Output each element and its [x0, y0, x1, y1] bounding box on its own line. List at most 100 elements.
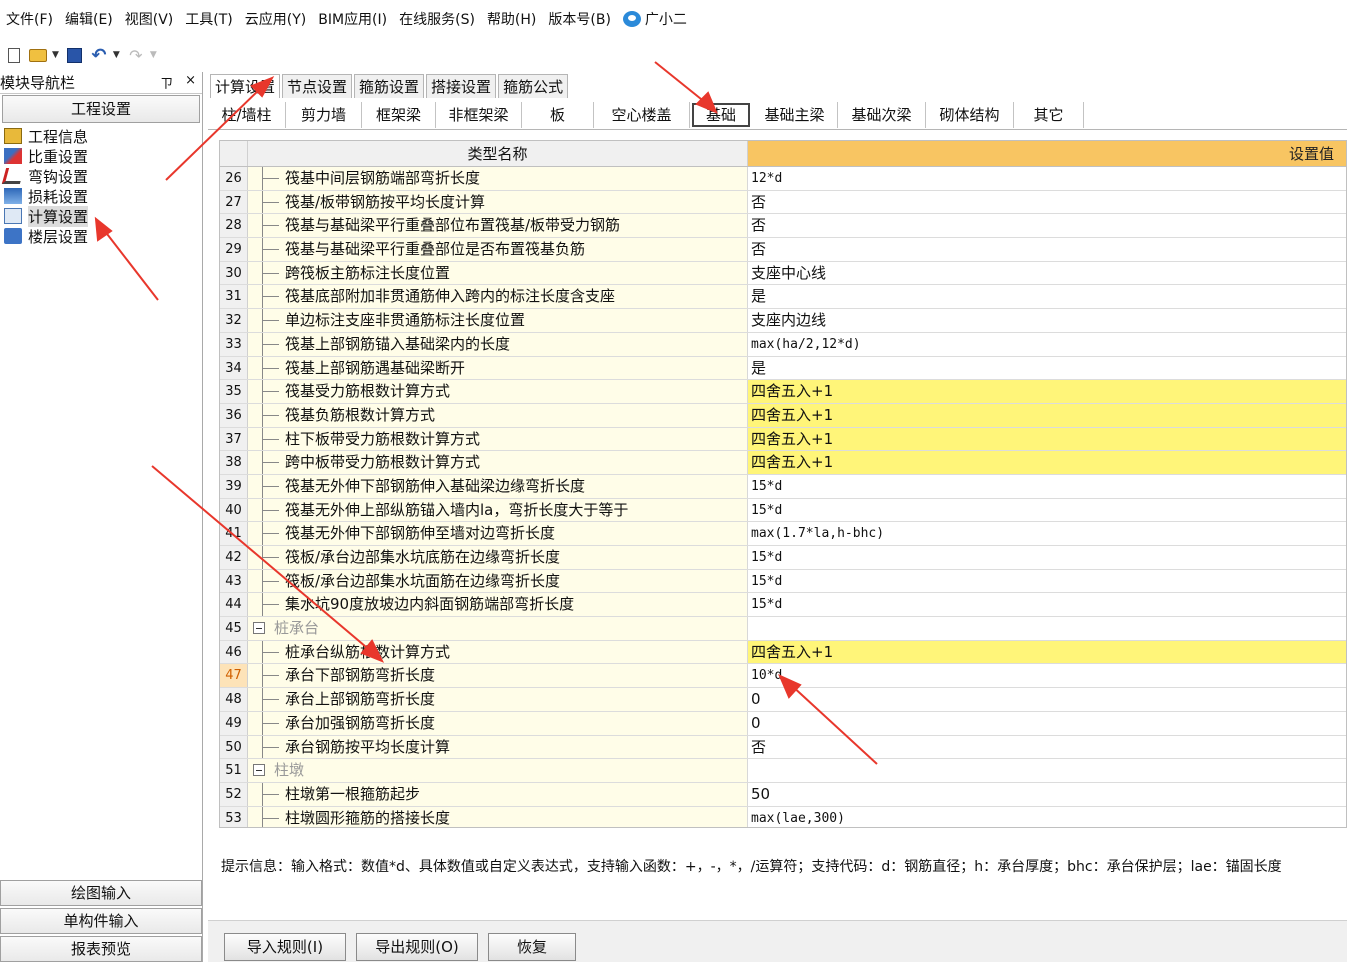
tab-other[interactable]: 其它	[1014, 101, 1084, 128]
nav-item-project-info[interactable]: 工程信息	[4, 126, 202, 146]
section-single-component-input[interactable]: 单构件输入	[0, 908, 202, 934]
menu-version[interactable]: 版本号(B)	[548, 9, 611, 29]
table-row[interactable]: 34 筏基上部钢筋遇基础梁断开 是	[220, 356, 1346, 381]
menu-view[interactable]: 视图(V)	[125, 9, 174, 29]
setting-value-cell[interactable]: 0	[748, 712, 1346, 735]
setting-value-cell[interactable]: 四舍五入+1	[748, 380, 1346, 403]
close-icon[interactable]: ×	[185, 73, 196, 92]
table-row[interactable]: 26 筏基中间层钢筋端部弯折长度 12*d	[220, 167, 1346, 191]
open-dropdown-icon[interactable]: ▼	[52, 50, 59, 60]
setting-value-cell[interactable]: 15*d	[748, 499, 1346, 522]
undo-dropdown-icon[interactable]: ▼	[113, 50, 120, 60]
setting-value-cell[interactable]: max(lae,300)	[748, 807, 1346, 827]
setting-value-cell[interactable]: 12*d	[748, 167, 1346, 190]
setting-value-cell[interactable]: 否	[748, 191, 1346, 214]
setting-value-cell[interactable]: 支座内边线	[748, 309, 1346, 332]
new-file-icon[interactable]	[4, 45, 24, 65]
tab-hollow-floor[interactable]: 空心楼盖	[594, 101, 690, 128]
tab-calc-settings[interactable]: 计算设置	[210, 74, 281, 98]
setting-value-cell[interactable]: max(ha/2,12*d)	[748, 333, 1346, 356]
tab-foundation-main-beam[interactable]: 基础主梁	[752, 101, 838, 128]
setting-value-cell[interactable]: 否	[748, 238, 1346, 261]
table-row[interactable]: 48 承台上部钢筋弯折长度 0	[220, 688, 1346, 712]
table-row[interactable]: 50 承台钢筋按平均长度计算 否	[220, 735, 1346, 760]
menu-help[interactable]: 帮助(H)	[487, 9, 536, 29]
nav-item-calc-settings[interactable]: 计算设置	[4, 205, 202, 227]
table-row[interactable]: 43 筏板/承台边部集水坑面筋在边缘弯折长度 15*d	[220, 569, 1346, 594]
setting-value-cell[interactable]: 15*d	[748, 546, 1346, 569]
setting-value-cell[interactable]: max(1.7*la,h-bhc)	[748, 522, 1346, 545]
restore-button[interactable]: 恢复	[488, 933, 576, 961]
setting-value-cell[interactable]: 四舍五入+1	[748, 451, 1346, 474]
section-report-preview[interactable]: 报表预览	[0, 936, 202, 962]
menu-helper[interactable]: 广小二	[622, 9, 687, 29]
menu-edit[interactable]: 编辑(E)	[65, 9, 113, 29]
table-row[interactable]: 42 筏板/承台边部集水坑底筋在边缘弯折长度 15*d	[220, 546, 1346, 570]
tab-stirrup-formula[interactable]: 箍筋公式	[498, 74, 569, 98]
table-row[interactable]: 27 筏基/板带钢筋按平均长度计算 否	[220, 190, 1346, 215]
setting-value-cell[interactable]: 四舍五入+1	[748, 403, 1346, 427]
tab-frame-beam[interactable]: 框架梁	[362, 101, 436, 128]
table-row[interactable]: 49 承台加强钢筋弯折长度 0	[220, 711, 1346, 736]
setting-value-cell[interactable]: 否	[748, 214, 1346, 237]
setting-value-cell[interactable]: 四舍五入+1	[748, 640, 1346, 664]
table-row[interactable]: 31 筏基底部附加非贯通筋伸入跨内的标注长度含支座 是	[220, 285, 1346, 310]
menu-file[interactable]: 文件(F)	[6, 9, 53, 29]
pin-icon[interactable]: ㄗ	[160, 73, 173, 92]
tab-node-settings[interactable]: 节点设置	[282, 74, 353, 98]
table-row[interactable]: 32 单边标注支座非贯通筋标注长度位置 支座内边线	[220, 309, 1346, 333]
table-row[interactable]: 41 筏基无外伸下部钢筋伸至墙对边弯折长度 max(1.7*la,h-bhc)	[220, 522, 1346, 546]
setting-value-cell[interactable]: 是	[748, 357, 1346, 380]
tab-lap-settings[interactable]: 搭接设置	[426, 74, 497, 98]
nav-item-floor[interactable]: 楼层设置	[4, 226, 202, 246]
menu-cloud[interactable]: 云应用(Y)	[245, 9, 306, 29]
table-row[interactable]: 44 集水坑90度放坡边内斜面钢筋端部弯折长度 15*d	[220, 593, 1346, 618]
setting-value-cell[interactable]: 10*d	[748, 664, 1346, 687]
collapse-toggle-icon[interactable]	[253, 622, 265, 635]
tab-stirrup-settings[interactable]: 箍筋设置	[354, 74, 425, 98]
table-row[interactable]: 52 柱墩第一根箍筋起步 50	[220, 782, 1346, 807]
tab-foundation[interactable]: 基础	[692, 102, 750, 127]
tab-foundation-secondary-beam[interactable]: 基础次梁	[838, 101, 926, 128]
save-icon[interactable]	[65, 45, 85, 65]
tab-slab[interactable]: 板	[522, 101, 594, 128]
open-folder-icon[interactable]	[28, 45, 48, 65]
table-row[interactable]: 30 跨筏板主筋标注长度位置 支座中心线	[220, 261, 1346, 286]
table-row[interactable]: 46 桩承台纵筋根数计算方式 四舍五入+1	[220, 640, 1346, 665]
table-row[interactable]: 36 筏基负筋根数计算方式 四舍五入+1	[220, 403, 1346, 428]
import-rules-button[interactable]: 导入规则(I)	[224, 933, 346, 961]
tab-column-wallcolumn[interactable]: 柱/墙柱	[208, 101, 286, 128]
tab-masonry[interactable]: 砌体结构	[926, 101, 1014, 128]
table-row[interactable]: 33 筏基上部钢筋锚入基础梁内的长度 max(ha/2,12*d)	[220, 332, 1346, 357]
setting-value-cell[interactable]: 15*d	[748, 593, 1346, 616]
undo-icon[interactable]: ↶	[89, 45, 109, 66]
setting-value-cell[interactable]: 支座中心线	[748, 262, 1346, 285]
table-row[interactable]: 51 柱墩	[220, 759, 1346, 783]
table-row[interactable]: 35 筏基受力筋根数计算方式 四舍五入+1	[220, 380, 1346, 404]
setting-value-cell[interactable]: 0	[748, 688, 1346, 711]
table-row[interactable]: 38 跨中板带受力筋根数计算方式 四舍五入+1	[220, 451, 1346, 475]
setting-value-cell[interactable]: 15*d	[748, 475, 1346, 498]
table-row[interactable]: 45 桩承台	[220, 617, 1346, 641]
section-project-settings[interactable]: 工程设置	[2, 95, 200, 123]
table-row[interactable]: 53 柱墩圆形箍筋的搭接长度 max(lae,300)	[220, 806, 1346, 827]
table-row[interactable]: 40 筏基无外伸上部纵筋锚入墙内la，弯折长度大于等于 15*d	[220, 498, 1346, 523]
setting-value-cell[interactable]: 50	[748, 783, 1346, 806]
menu-online-service[interactable]: 在线服务(S)	[399, 9, 475, 29]
nav-item-ratio[interactable]: 比重设置	[4, 146, 202, 166]
setting-value-cell[interactable]: 是	[748, 285, 1346, 308]
nav-item-hook[interactable]: 弯钩设置	[1, 166, 202, 186]
collapse-toggle-icon[interactable]	[253, 764, 265, 777]
export-rules-button[interactable]: 导出规则(O)	[356, 933, 478, 961]
table-row[interactable]: 28 筏基与基础梁平行重叠部位布置筏基/板带受力钢筋 否	[220, 214, 1346, 239]
table-row[interactable]: 37 柱下板带受力筋根数计算方式 四舍五入+1	[220, 427, 1346, 452]
setting-value-cell[interactable]: 四舍五入+1	[748, 427, 1346, 451]
nav-item-loss[interactable]: 损耗设置	[4, 186, 202, 206]
table-row[interactable]: 47 承台下部钢筋弯折长度 10*d	[220, 664, 1346, 689]
table-row[interactable]: 39 筏基无外伸下部钢筋伸入基础梁边缘弯折长度 15*d	[220, 474, 1346, 499]
tab-nonframe-beam[interactable]: 非框架梁	[436, 101, 522, 128]
menu-tools[interactable]: 工具(T)	[185, 9, 232, 29]
menu-bim[interactable]: BIM应用(I)	[318, 9, 387, 29]
tab-shear-wall[interactable]: 剪力墙	[286, 101, 362, 128]
setting-value-cell[interactable]: 15*d	[748, 570, 1346, 593]
